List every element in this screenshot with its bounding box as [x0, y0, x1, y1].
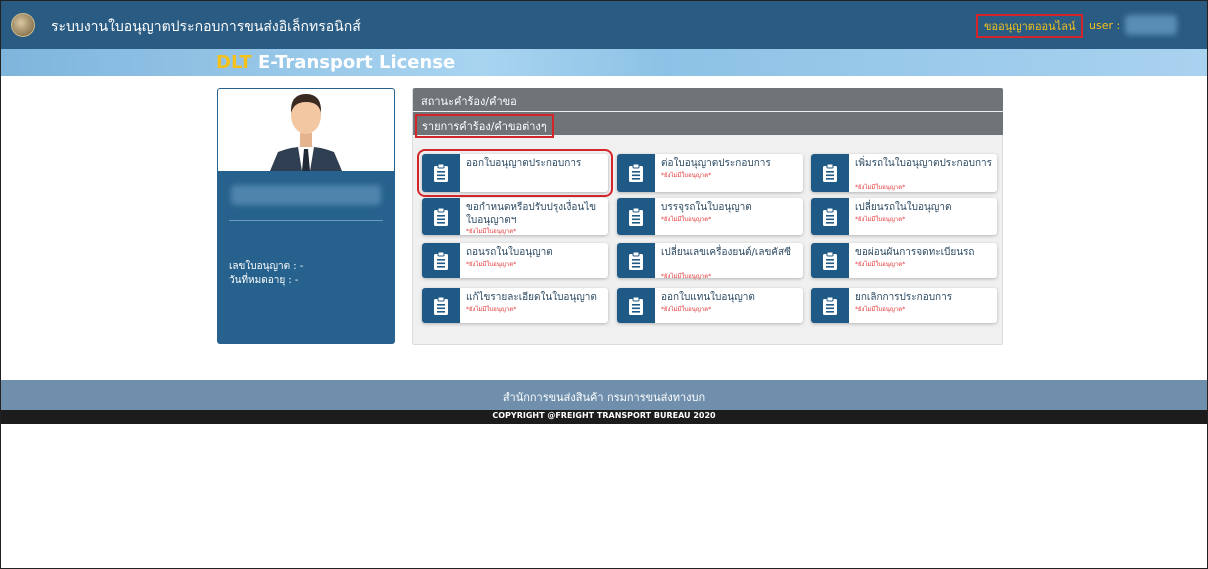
top-navbar: ระบบงานใบอนุญาตประกอบการขนส่งอิเล็กทรอนิ… — [1, 1, 1207, 49]
clipboard-icon — [811, 243, 849, 278]
banner: DLT E-Transport License — [1, 49, 1207, 76]
service-note: *ยังไม่มีใบอนุญาต* — [466, 306, 517, 313]
service-card[interactable]: บรรจุรถในใบอนุญาต *ยังไม่มีใบอนุญาต* — [617, 198, 803, 235]
service-note: *ยังไม่มีใบอนุญาต* — [855, 184, 906, 191]
service-card[interactable]: เปลี่ยนเลขเครื่องยนต์/เลขคัสซี *ยังไม่มีใ… — [617, 243, 803, 280]
service-note: *ยังไม่มีใบอนุญาต* — [466, 261, 517, 268]
service-title: ถอนรถในใบอนุญาต — [466, 247, 553, 258]
service-title: เปลี่ยนรถในใบอนุญาต — [855, 202, 952, 213]
service-card[interactable]: ออกใบแทนใบอนุญาต *ยังไม่มีใบอนุญาต* — [617, 288, 803, 323]
profile-divider — [229, 220, 383, 221]
online-request-link[interactable]: ขออนุญาตออนไลน์ — [976, 14, 1084, 38]
app-title: ระบบงานใบอนุญาตประกอบการขนส่งอิเล็กทรอนิ… — [51, 19, 361, 35]
service-card[interactable]: ขอกำหนดหรือปรับปรุงเงื่อนไขใบอนุญาตฯ *ยัง… — [422, 198, 608, 235]
profile-name-redacted — [231, 185, 381, 205]
service-title: ออกใบอนุญาตประกอบการ — [466, 158, 582, 169]
clipboard-icon — [422, 243, 460, 278]
tab-request-status-label: สถานะคำร้อง/คำขอ — [421, 95, 517, 108]
clipboard-icon — [811, 154, 849, 192]
footer: สำนักการขนส่งสินค้า กรมการขนส่งทางบก — [1, 380, 1207, 410]
clipboard-icon — [617, 154, 655, 192]
clipboard-icon — [422, 198, 460, 235]
service-note: *ยังไม่มีใบอนุญาต* — [855, 261, 906, 268]
service-title: ขอกำหนดหรือปรับปรุงเงื่อนไขใบอนุญาตฯ — [466, 202, 597, 226]
banner-prefix: DLT — [216, 52, 252, 73]
clipboard-icon — [422, 154, 460, 192]
service-note: *ยังไม่มีใบอนุญาต* — [466, 228, 517, 235]
user-name-redacted — [1125, 15, 1177, 35]
dlt-logo-icon — [11, 13, 35, 37]
clipboard-icon — [617, 288, 655, 323]
service-note: *ยังไม่มีใบอนุญาต* — [855, 216, 906, 223]
banner-title-text: E-Transport License — [258, 52, 456, 73]
service-title: ออกใบแทนใบอนุญาต — [661, 292, 755, 303]
license-expiry: วันที่หมดอายุ : - — [229, 275, 299, 286]
copyright-text: COPYRIGHT @FREIGHT TRANSPORT BUREAU 2020 — [492, 411, 716, 420]
service-title: เพิ่มรถในใบอนุญาตประกอบการ — [855, 158, 992, 169]
clipboard-icon — [422, 288, 460, 323]
service-card[interactable]: ยกเลิกการประกอบการ *ยังไม่มีใบอนุญาต* — [811, 288, 997, 323]
user-label: user : — [1089, 19, 1121, 32]
copyright-bar: COPYRIGHT @FREIGHT TRANSPORT BUREAU 2020 — [1, 410, 1207, 424]
profile-card: เลขใบอนุญาต : - วันที่หมดอายุ : - — [217, 88, 395, 344]
clipboard-icon — [811, 198, 849, 235]
service-title: ยกเลิกการประกอบการ — [855, 292, 953, 303]
avatar — [218, 89, 394, 171]
tab-request-status[interactable]: สถานะคำร้อง/คำขอ — [413, 88, 1003, 111]
service-title: ขอผ่อนผันการจดทะเบียนรถ — [855, 247, 975, 258]
service-card[interactable]: ออกใบอนุญาตประกอบการ — [417, 149, 613, 197]
service-note: *ยังไม่มีใบอนุญาต* — [661, 306, 712, 313]
banner-title: DLT E-Transport License — [216, 52, 455, 73]
footer-org: สำนักการขนส่งสินค้า กรมการขนส่งทางบก — [502, 391, 706, 404]
service-note: *ยังไม่มีใบอนุญาต* — [855, 306, 906, 313]
service-note: *ยังไม่มีใบอนุญาต* — [661, 172, 712, 179]
service-title: เปลี่ยนเลขเครื่องยนต์/เลขคัสซี — [661, 247, 791, 258]
service-card[interactable]: ถอนรถในใบอนุญาต *ยังไม่มีใบอนุญาต* — [422, 243, 608, 278]
tab-request-list-label: รายการคำร้อง/คำขอต่างๆ — [415, 114, 554, 138]
service-card[interactable]: เพิ่มรถในใบอนุญาตประกอบการ *ยังไม่มีใบอนุ… — [811, 154, 997, 192]
clipboard-icon — [617, 243, 655, 278]
service-card[interactable]: แก้ไขรายละเอียดในใบอนุญาต *ยังไม่มีใบอนุญ… — [422, 288, 608, 323]
service-note: *ยังไม่มีใบอนุญาต* — [661, 273, 712, 280]
service-note: *ยังไม่มีใบอนุญาต* — [661, 216, 712, 223]
service-card[interactable]: ขอผ่อนผันการจดทะเบียนรถ *ยังไม่มีใบอนุญาต… — [811, 243, 997, 278]
tab-request-list[interactable]: รายการคำร้อง/คำขอต่างๆ — [413, 112, 1003, 138]
service-card[interactable]: ต่อใบอนุญาตประกอบการ *ยังไม่มีใบอนุญาต* — [617, 154, 803, 192]
clipboard-icon — [811, 288, 849, 323]
service-title: แก้ไขรายละเอียดในใบอนุญาต — [466, 292, 597, 303]
service-card[interactable]: เปลี่ยนรถในใบอนุญาต *ยังไม่มีใบอนุญาต* — [811, 198, 997, 235]
service-title: บรรจุรถในใบอนุญาต — [661, 202, 752, 213]
license-number: เลขใบอนุญาต : - — [229, 261, 304, 272]
user-avatar-icon — [270, 94, 342, 171]
clipboard-icon — [617, 198, 655, 235]
service-title: ต่อใบอนุญาตประกอบการ — [661, 158, 771, 169]
